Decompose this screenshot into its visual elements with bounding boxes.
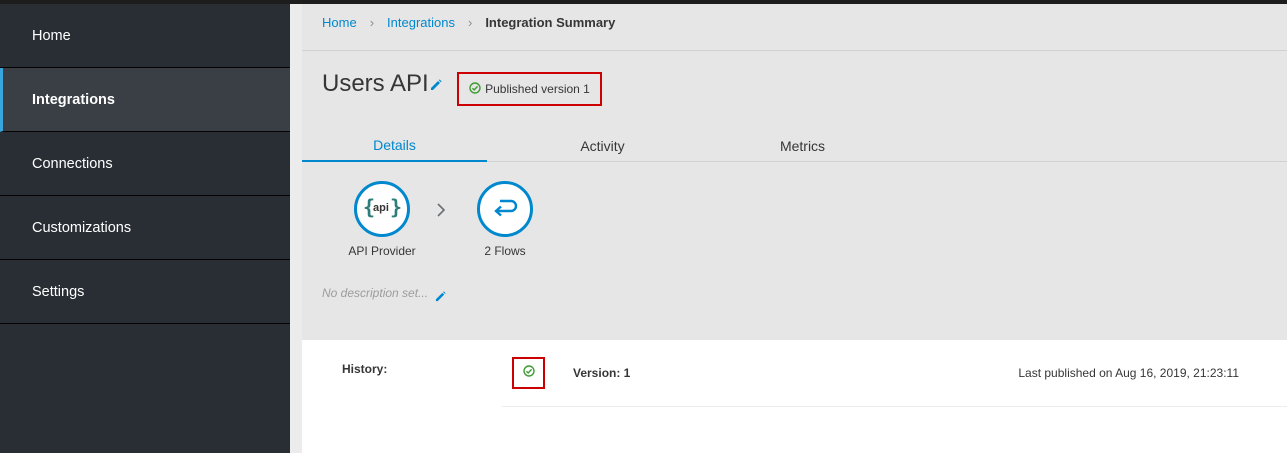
- sidebar-item-label: Connections: [32, 155, 113, 172]
- sidebar-item-label: Integrations: [32, 91, 115, 108]
- sidebar-item-integrations[interactable]: Integrations: [0, 68, 290, 132]
- history-label: History:: [342, 362, 388, 376]
- pencil-icon[interactable]: [435, 289, 446, 307]
- tab-label: Details: [373, 137, 416, 153]
- sidebar-item-customizations[interactable]: Customizations: [0, 196, 290, 260]
- history-row: Version: 1 Last published on Aug 16, 201…: [502, 340, 1287, 407]
- api-provider-label: API Provider: [348, 244, 416, 258]
- flows-label: 2 Flows: [484, 244, 526, 258]
- published-timestamp: Last published on Aug 16, 2019, 21:23:11: [1018, 366, 1239, 380]
- sidebar-item-label: Customizations: [32, 219, 132, 236]
- breadcrumb-current: Integration Summary: [485, 15, 616, 30]
- history-panel: History: Version: 1 Last published on Au…: [302, 340, 1287, 453]
- chevron-right-icon: [436, 202, 446, 223]
- tab-label: Metrics: [779, 138, 826, 154]
- breadcrumb-separator: ›: [369, 15, 375, 30]
- api-icon: { } api: [362, 193, 402, 226]
- history-status: [512, 357, 545, 389]
- tab-details[interactable]: Details: [302, 130, 487, 162]
- sidebar-item-label: Settings: [32, 283, 85, 300]
- page-title: Users API: [322, 70, 429, 97]
- sidebar-nav: Home Integrations Connections Customizat…: [0, 4, 290, 453]
- breadcrumb-separator: ›: [467, 15, 473, 30]
- tab-activity[interactable]: Activity: [510, 130, 695, 162]
- tab-label: Activity: [580, 138, 625, 154]
- api-provider-step[interactable]: { } api: [354, 181, 410, 237]
- main-content: Home › Integrations › Integration Summar…: [302, 4, 1287, 453]
- breadcrumb-divider: [302, 50, 1287, 51]
- sidebar-item-label: Home: [32, 27, 71, 44]
- tab-bar: Details Activity Metrics: [302, 130, 1287, 162]
- api-icon-text: api: [373, 202, 389, 214]
- sidebar-item-connections[interactable]: Connections: [0, 132, 290, 196]
- status-text: Published version 1: [485, 82, 590, 96]
- svg-text:}: }: [390, 195, 402, 219]
- tab-metrics[interactable]: Metrics: [710, 130, 895, 162]
- pencil-icon[interactable]: [430, 78, 442, 96]
- sidebar-item-home[interactable]: Home: [0, 4, 290, 68]
- description-placeholder: No description set...: [322, 286, 429, 300]
- version-label: Version: 1: [573, 366, 631, 380]
- status-badge: Published version 1: [457, 72, 602, 106]
- return-arrow-icon: [491, 197, 519, 222]
- check-circle-icon: [469, 81, 481, 97]
- breadcrumb-integrations-link[interactable]: Integrations: [387, 15, 455, 30]
- breadcrumb-home-link[interactable]: Home: [322, 15, 357, 30]
- breadcrumb: Home › Integrations › Integration Summar…: [322, 15, 615, 30]
- sidebar-gutter: [290, 4, 302, 453]
- flows-step[interactable]: [477, 181, 533, 237]
- sidebar-item-settings[interactable]: Settings: [0, 260, 290, 324]
- check-circle-icon: [522, 364, 535, 382]
